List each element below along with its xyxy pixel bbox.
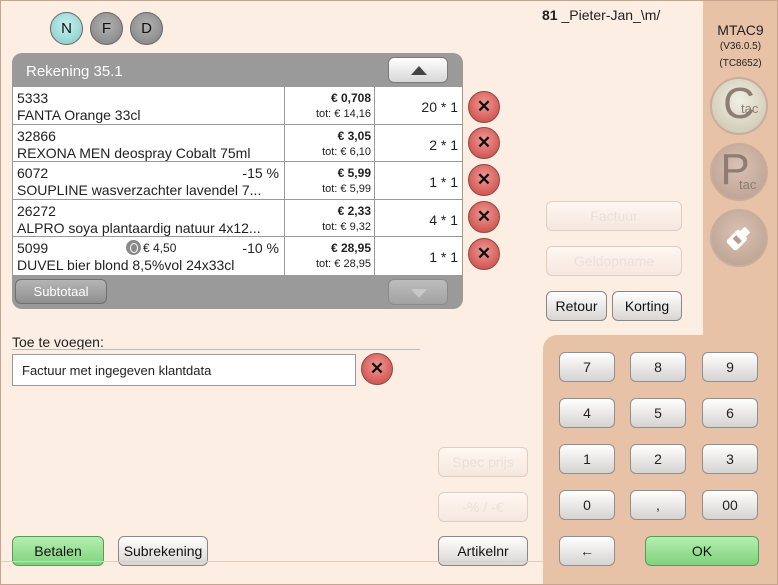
window-frame xyxy=(0,0,778,585)
